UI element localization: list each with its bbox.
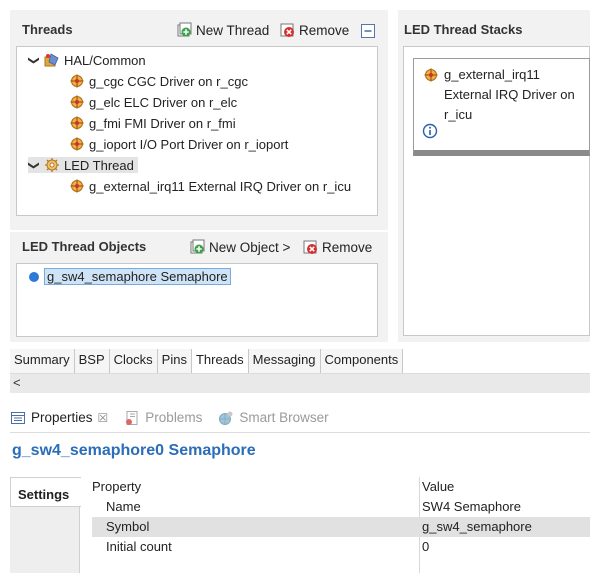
problems-label: Problems	[145, 410, 203, 425]
hal-folder-icon	[44, 52, 60, 68]
chevron-down-icon[interactable]: ❯	[28, 54, 41, 66]
driver-module-icon	[69, 136, 85, 152]
stack-card[interactable]: g_external_irq11 External IRQ Driver on …	[413, 58, 590, 156]
properties-header: Property Value	[92, 477, 590, 497]
header-value: Value	[422, 479, 455, 494]
problems-icon	[124, 410, 140, 426]
driver-module-icon	[69, 115, 85, 131]
new-thread-button[interactable]: New Thread	[177, 22, 269, 38]
driver-module-icon	[69, 73, 85, 89]
new-object-label: New Object >	[209, 239, 291, 255]
driver-module-icon	[69, 178, 85, 194]
thread-gear-icon	[44, 157, 60, 173]
stacks-title: LED Thread Stacks	[404, 22, 523, 37]
new-object-button[interactable]: New Object >	[190, 239, 290, 255]
tree-item-hal-common[interactable]: ❯ HAL/Common	[28, 52, 146, 68]
properties-view-tab[interactable]: Properties ☒	[10, 410, 108, 426]
driver-module-icon	[69, 94, 85, 110]
property-key: Name	[106, 499, 141, 514]
object-title: g_sw4_semaphore0 Semaphore	[12, 442, 256, 459]
object-item-semaphore[interactable]: g_sw4_semaphore Semaphore	[28, 268, 231, 285]
scroll-left-arrow[interactable]: <	[13, 375, 21, 390]
tree-item-label: LED Thread	[64, 157, 134, 173]
new-thread-icon	[177, 22, 193, 38]
tab-summary[interactable]: Summary	[10, 349, 75, 373]
property-value[interactable]: SW4 Semaphore	[422, 499, 521, 514]
horizontal-scrollbar[interactable]: <	[10, 373, 590, 393]
tree-item-g-cgc[interactable]: g_cgc CGC Driver on r_cgc	[69, 73, 248, 89]
config-tabs: Summary BSP Clocks Pins Threads Messagin…	[10, 349, 404, 373]
tree-item-label: g_elc ELC Driver on r_elc	[89, 94, 238, 110]
remove-thread-button[interactable]: Remove	[280, 22, 349, 38]
tree-item-label: g_ioport I/O Port Driver on r_ioport	[89, 136, 289, 152]
remove-object-label: Remove	[322, 239, 373, 255]
smart-browser-icon	[218, 410, 234, 426]
header-property: Property	[92, 479, 142, 494]
tree-item-g-external-irq11[interactable]: g_external_irq11 External IRQ Driver on …	[69, 178, 351, 194]
new-thread-label: New Thread	[196, 22, 270, 38]
tree-item-label: HAL/Common	[64, 52, 146, 68]
tab-messaging[interactable]: Messaging	[248, 349, 321, 373]
tree-item-label: g_external_irq11 External IRQ Driver on …	[89, 178, 352, 194]
tree-item-led-thread[interactable]: ❯ LED Thread	[28, 157, 138, 173]
tab-pins[interactable]: Pins	[157, 349, 192, 373]
remove-thread-label: Remove	[299, 22, 350, 38]
tree-item-g-elc[interactable]: g_elc ELC Driver on r_elc	[69, 94, 237, 110]
tab-clocks[interactable]: Clocks	[109, 349, 158, 373]
semaphore-icon	[28, 269, 40, 285]
settings-tab[interactable]: Settings	[10, 477, 81, 507]
smart-browser-view-tab[interactable]: Smart Browser	[218, 410, 329, 426]
property-value[interactable]: 0	[422, 539, 429, 554]
stack-card-line1: g_external_irq11	[444, 67, 540, 82]
property-key: Initial count	[106, 539, 172, 554]
tab-threads[interactable]: Threads	[191, 349, 249, 373]
remove-icon	[280, 22, 296, 38]
property-row-initial-count[interactable]: Initial count 0	[92, 537, 590, 557]
collapse-button[interactable]	[360, 23, 376, 39]
smart-browser-label: Smart Browser	[239, 410, 329, 425]
properties-icon	[10, 410, 26, 426]
stack-card-line2: External IRQ Driver on	[444, 87, 575, 102]
properties-label: Properties	[31, 410, 93, 425]
tree-item-g-ioport[interactable]: g_ioport I/O Port Driver on r_ioport	[69, 136, 288, 152]
objects-title: LED Thread Objects	[22, 239, 147, 254]
new-object-icon	[190, 239, 206, 255]
threads-title: Threads	[22, 22, 73, 37]
views-bar: Properties ☒ Problems Smart Browser	[10, 403, 590, 433]
collapse-icon	[360, 23, 376, 39]
property-key: Symbol	[106, 519, 150, 534]
driver-module-icon	[423, 67, 439, 83]
tab-components[interactable]: Components	[320, 349, 404, 373]
property-row-name[interactable]: Name SW4 Semaphore	[92, 497, 590, 517]
stack-card-line3: r_icu	[444, 107, 473, 122]
remove-icon	[303, 239, 319, 255]
tree-item-label: g_cgc CGC Driver on r_cgc	[89, 73, 248, 89]
tab-bsp[interactable]: BSP	[74, 349, 110, 373]
tree-item-g-fmi[interactable]: g_fmi FMI Driver on r_fmi	[69, 115, 236, 131]
remove-object-button[interactable]: Remove	[303, 239, 372, 255]
info-icon[interactable]	[422, 123, 438, 139]
problems-view-tab[interactable]: Problems	[124, 410, 202, 426]
property-row-symbol[interactable]: Symbol g_sw4_semaphore	[92, 517, 590, 537]
object-item-label: g_sw4_semaphore Semaphore	[44, 268, 231, 285]
tree-item-label: g_fmi FMI Driver on r_fmi	[89, 115, 236, 131]
close-icon[interactable]: ☒	[98, 411, 109, 425]
property-value[interactable]: g_sw4_semaphore	[422, 519, 532, 534]
chevron-down-icon[interactable]: ❯	[28, 159, 41, 171]
